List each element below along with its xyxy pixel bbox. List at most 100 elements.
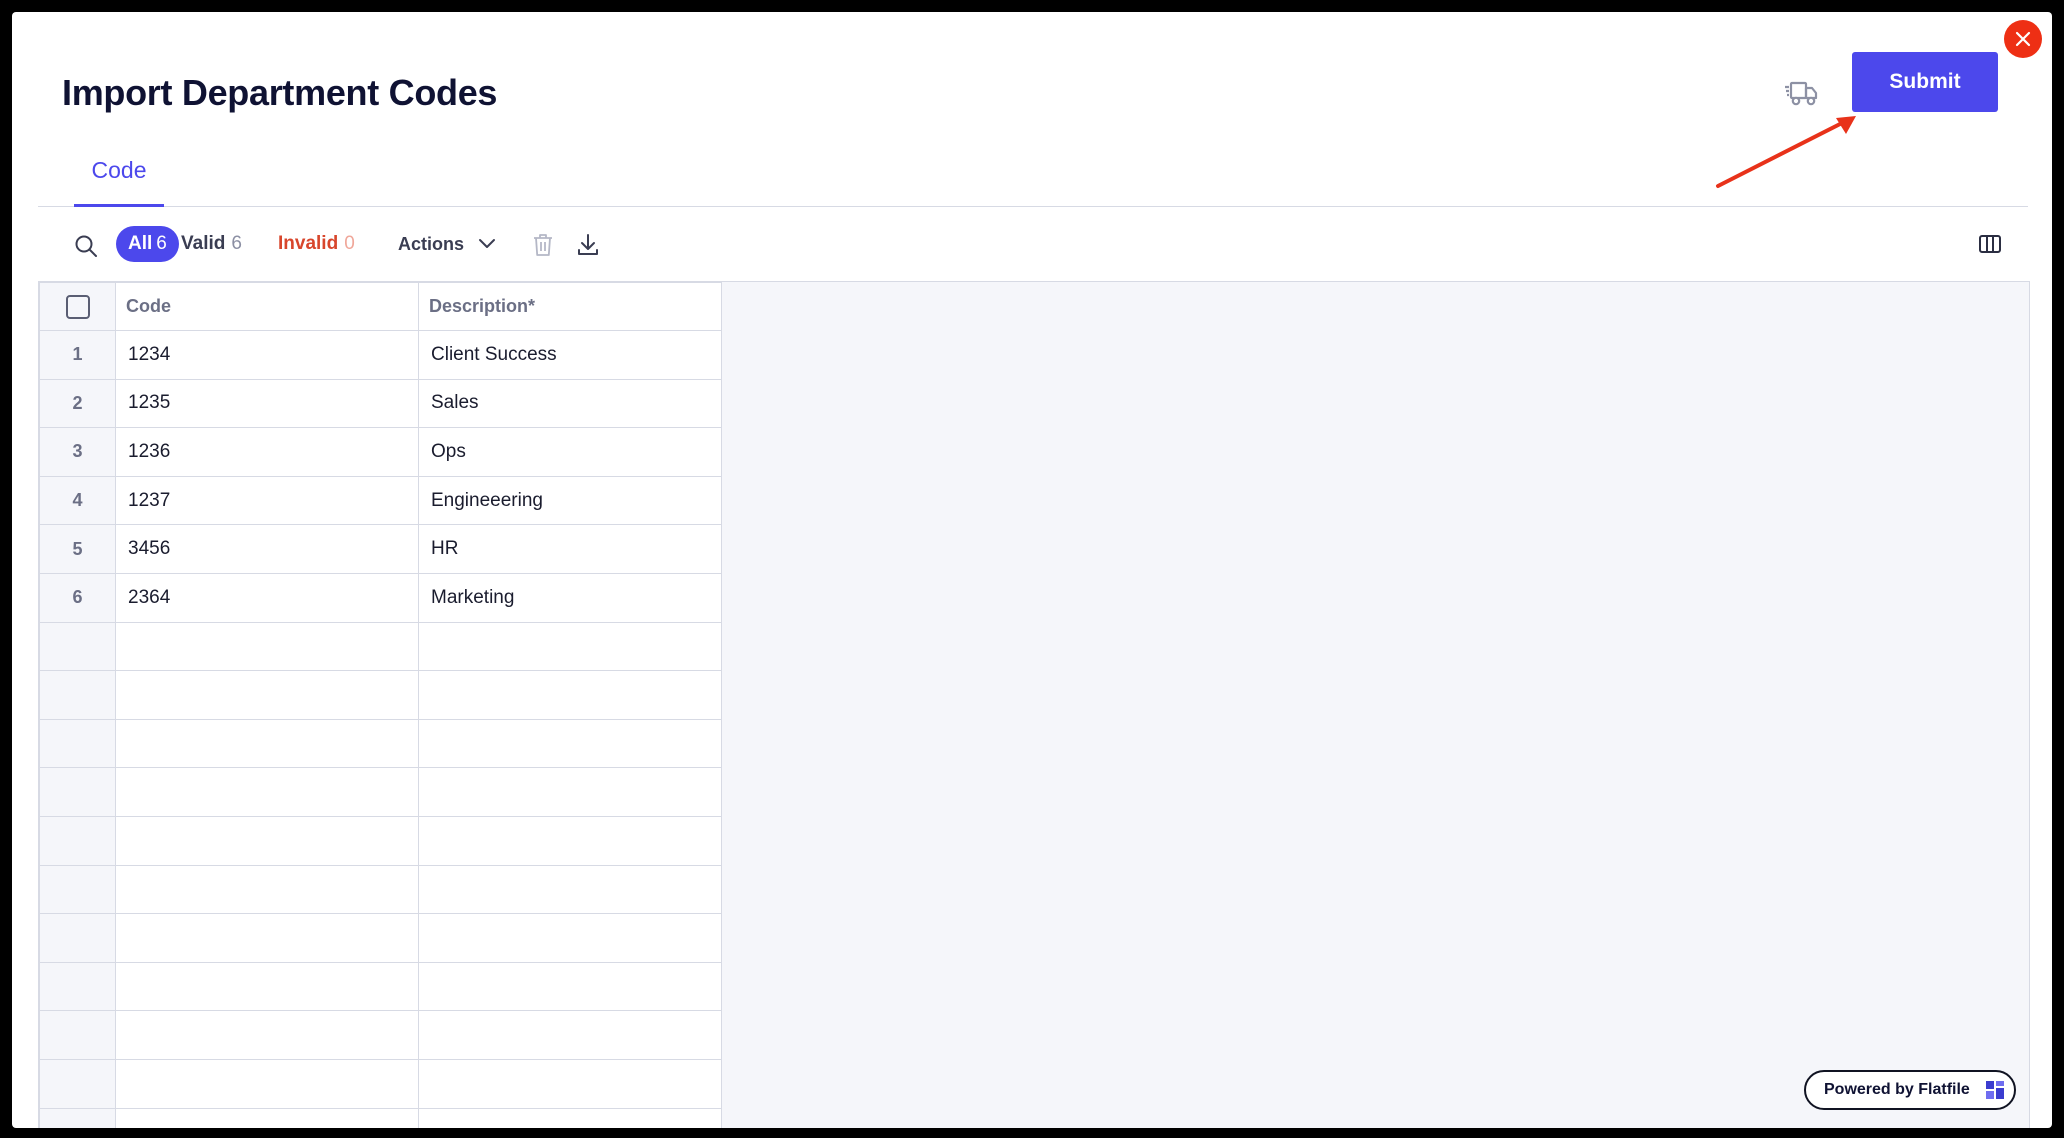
sheet-tabs: Code — [38, 137, 2028, 207]
table-row: 1 1234 Client Success — [39, 330, 722, 380]
actions-label: Actions — [398, 233, 465, 254]
close-icon — [2015, 31, 2031, 47]
cell-description[interactable] — [418, 1010, 722, 1060]
empty-row — [39, 815, 722, 866]
cell-description[interactable] — [418, 670, 722, 720]
empty-row — [39, 621, 722, 672]
cell-description[interactable]: HR — [418, 524, 722, 574]
row-index — [39, 1107, 116, 1128]
empty-row — [39, 913, 722, 963]
cell-code[interactable]: 1235 — [115, 378, 419, 429]
data-grid: Code Description* 1 1234 Client Success … — [38, 281, 2030, 1128]
powered-by-badge[interactable]: Powered by Flatfile — [1804, 1070, 2016, 1110]
trash-icon[interactable] — [532, 232, 554, 258]
row-index — [39, 670, 116, 720]
column-header-description[interactable]: Description* — [418, 282, 722, 331]
cell-code[interactable] — [115, 864, 419, 915]
row-index[interactable]: 1 — [39, 330, 116, 380]
cell-code[interactable] — [115, 767, 419, 817]
cell-description[interactable]: Marketing — [418, 572, 722, 623]
empty-row — [39, 1058, 722, 1109]
row-index — [39, 913, 116, 963]
select-all-cell — [39, 282, 116, 331]
cell-description[interactable]: Sales — [418, 378, 722, 429]
filter-invalid-count: 0 — [344, 233, 355, 254]
cell-description[interactable] — [418, 621, 722, 672]
truck-icon[interactable] — [1785, 79, 1819, 109]
cell-code[interactable] — [115, 1107, 419, 1128]
row-index — [39, 767, 116, 817]
cell-code[interactable] — [115, 913, 419, 963]
cell-description[interactable]: Client Success — [418, 330, 722, 380]
page-title: Import Department Codes — [62, 72, 498, 113]
row-index[interactable]: 4 — [39, 475, 116, 526]
chevron-down-icon — [479, 239, 496, 248]
flatfile-logo-icon — [1985, 1081, 2004, 1099]
actions-dropdown[interactable]: Actions — [398, 226, 496, 262]
cell-code[interactable] — [115, 670, 419, 720]
cell-code[interactable]: 2364 — [115, 572, 419, 623]
table-row: 2 1235 Sales — [39, 378, 722, 429]
cell-code[interactable] — [115, 961, 419, 1012]
toolbar: All 6 Valid 6 Invalid 0 Actions — [38, 217, 2028, 273]
cell-code[interactable] — [115, 718, 419, 769]
select-all-checkbox[interactable] — [65, 294, 90, 319]
filter-valid[interactable]: Valid 6 — [181, 226, 242, 262]
empty-row — [39, 1010, 722, 1060]
cell-description[interactable] — [418, 913, 722, 963]
cell-code[interactable]: 3456 — [115, 524, 419, 574]
empty-row — [39, 864, 722, 915]
records-table: Code Description* 1 1234 Client Success … — [39, 282, 722, 1128]
empty-row — [39, 1107, 722, 1128]
cell-description[interactable] — [418, 718, 722, 769]
row-index — [39, 815, 116, 866]
row-index — [39, 621, 116, 672]
empty-row — [39, 718, 722, 769]
powered-by-label: Powered by Flatfile — [1824, 1081, 1970, 1098]
column-header-code[interactable]: Code — [115, 282, 419, 331]
table-row: 3 1236 Ops — [39, 427, 722, 477]
close-button[interactable] — [2004, 20, 2042, 58]
cell-code[interactable] — [115, 1058, 419, 1109]
filter-all[interactable]: All 6 — [116, 226, 179, 262]
cell-code[interactable]: 1234 — [115, 330, 419, 380]
filter-valid-label: Valid — [181, 233, 226, 254]
row-index — [39, 1058, 116, 1109]
search-icon[interactable] — [73, 233, 99, 259]
row-index[interactable]: 3 — [39, 427, 116, 477]
columns-icon[interactable] — [1978, 233, 2002, 255]
filter-all-label: All — [128, 233, 153, 254]
cell-code[interactable] — [115, 815, 419, 866]
row-index — [39, 1010, 116, 1060]
row-index[interactable]: 5 — [39, 524, 116, 574]
cell-description[interactable] — [418, 815, 722, 866]
row-index — [39, 961, 116, 1012]
row-index[interactable]: 2 — [39, 378, 116, 429]
cell-description[interactable] — [418, 961, 722, 1012]
cell-code[interactable] — [115, 1010, 419, 1060]
cell-description[interactable] — [418, 767, 722, 817]
cell-description[interactable]: Ops — [418, 427, 722, 477]
table-row: 4 1237 Engineeering — [39, 475, 722, 526]
tab-code[interactable]: Code — [74, 137, 164, 207]
filter-invalid-label: Invalid — [278, 233, 339, 254]
empty-row — [39, 767, 722, 817]
cell-code[interactable]: 1236 — [115, 427, 419, 477]
cell-description[interactable]: Engineeering — [418, 475, 722, 526]
filter-invalid[interactable]: Invalid 0 — [278, 226, 355, 262]
empty-row — [39, 670, 722, 720]
table-row: 5 3456 HR — [39, 524, 722, 574]
cell-description[interactable] — [418, 864, 722, 915]
submit-button[interactable]: Submit — [1852, 52, 1998, 112]
filter-all-count: 6 — [156, 233, 167, 254]
download-icon[interactable] — [576, 232, 600, 258]
empty-row — [39, 961, 722, 1012]
row-index[interactable]: 6 — [39, 572, 116, 623]
cell-code[interactable]: 1237 — [115, 475, 419, 526]
cell-description[interactable] — [418, 1107, 722, 1128]
row-index — [39, 718, 116, 769]
cell-code[interactable] — [115, 621, 419, 672]
filter-valid-count: 6 — [231, 233, 242, 254]
cell-description[interactable] — [418, 1058, 722, 1109]
row-index — [39, 864, 116, 915]
